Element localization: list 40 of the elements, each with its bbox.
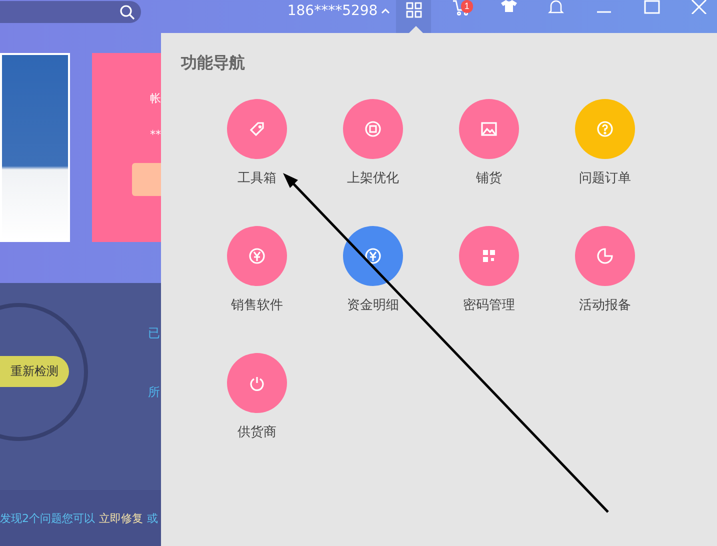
badge-icon xyxy=(363,119,383,139)
promo-text: ** xyxy=(150,128,161,141)
cart-icon xyxy=(452,0,470,16)
search-icon xyxy=(119,4,136,20)
yen-icon xyxy=(247,246,267,266)
account-menu[interactable]: 186****5298 xyxy=(287,2,390,18)
stat-label: 所 xyxy=(148,384,160,401)
coin-icon xyxy=(363,246,383,266)
promo-text: 帐 xyxy=(150,91,161,106)
function-label: 资金明细 xyxy=(347,297,399,315)
recheck-button[interactable]: 重新检测 xyxy=(0,356,69,386)
pie-chart-icon xyxy=(595,246,615,266)
winter-banner-image[interactable] xyxy=(0,53,70,242)
question-icon xyxy=(595,119,615,139)
function-label: 工具箱 xyxy=(238,170,276,188)
cart-badge: 1 xyxy=(460,0,473,13)
caret-icon xyxy=(380,8,390,14)
close-icon xyxy=(691,0,708,14)
shirt-icon xyxy=(500,0,518,12)
search-field[interactable] xyxy=(0,0,142,22)
problem-message: 发现2个问题您可以 xyxy=(0,511,95,526)
function-label: 铺货 xyxy=(476,170,502,188)
function-label: 供货商 xyxy=(238,424,276,442)
function-label: 活动报备 xyxy=(579,297,631,315)
message-tail: 或 xyxy=(147,511,158,526)
cart-button[interactable]: 1 xyxy=(443,0,479,28)
panel-title: 功能导航 xyxy=(181,53,246,74)
minimize-icon xyxy=(596,11,612,13)
tag-icon xyxy=(247,119,267,139)
grid-icon xyxy=(406,2,422,18)
function-label: 问题订单 xyxy=(579,170,631,188)
stat-label: 已 xyxy=(148,325,160,342)
function-label: 销售软件 xyxy=(231,297,283,315)
function-label: 上架优化 xyxy=(347,170,399,188)
bell-icon xyxy=(548,0,564,14)
picture-icon xyxy=(479,119,499,139)
maximize-icon xyxy=(644,0,660,14)
function-label: 密码管理 xyxy=(463,297,515,315)
function-nav-button[interactable] xyxy=(396,0,432,33)
fix-link[interactable]: 立即修复 xyxy=(99,511,143,526)
